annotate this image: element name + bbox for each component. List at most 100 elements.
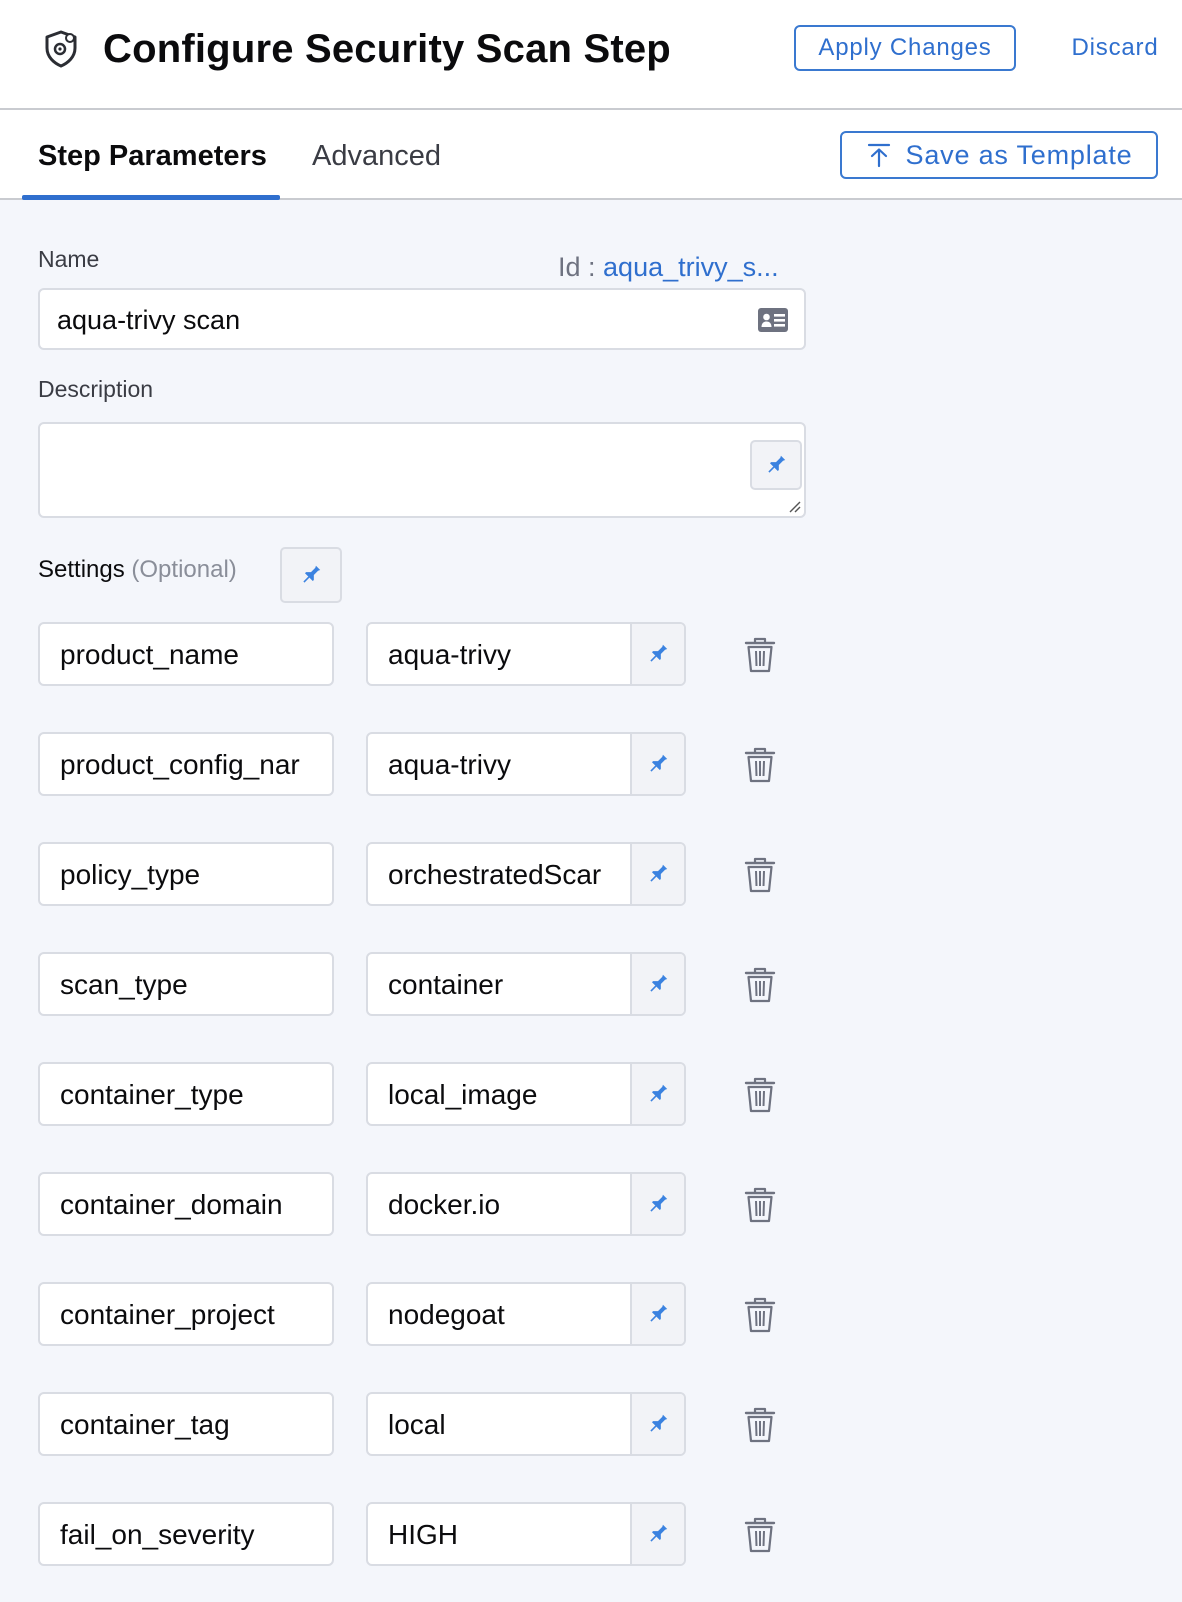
settings-optional-hint: (Optional)	[131, 556, 237, 583]
setting-pin-button[interactable]	[630, 954, 684, 1014]
upload-icon	[867, 143, 890, 168]
trash-icon[interactable]	[742, 1186, 778, 1224]
name-input[interactable]: aqua-trivy scan	[38, 288, 806, 350]
setting-value: aqua-trivy	[388, 639, 511, 670]
pin-icon	[303, 565, 321, 583]
pin-icon	[650, 974, 668, 992]
trash-icon[interactable]	[742, 966, 778, 1004]
tab-step-parameters[interactable]: Step Parameters	[38, 136, 267, 176]
pin-icon	[650, 864, 668, 882]
pin-icon	[650, 1414, 668, 1432]
setting-key-value: product_config_nar	[60, 749, 300, 780]
setting-value: docker.io	[388, 1189, 501, 1220]
setting-row: container_domain docker.io	[0, 1172, 1182, 1236]
pin-icon	[650, 1084, 668, 1102]
setting-row: scan_type container	[0, 952, 1182, 1016]
trash-icon[interactable]	[742, 1516, 778, 1554]
pin-icon	[650, 1194, 668, 1212]
shield-gear-icon	[45, 30, 77, 68]
setting-value-input[interactable]: local_image	[366, 1062, 686, 1126]
trash-icon[interactable]	[742, 1296, 778, 1334]
trash-icon[interactable]	[742, 746, 778, 784]
id-card-icon[interactable]	[757, 307, 789, 333]
setting-key-value: container_domain	[60, 1189, 283, 1220]
tab-advanced[interactable]: Advanced	[312, 136, 441, 176]
setting-key-input[interactable]: container_type	[38, 1062, 334, 1126]
settings-pin-button[interactable]	[280, 547, 342, 603]
pin-icon	[650, 1524, 668, 1542]
setting-key-value: product_name	[60, 639, 240, 670]
setting-key-input[interactable]: container_tag	[38, 1392, 334, 1456]
setting-value: container	[388, 969, 504, 1000]
setting-value-input[interactable]: aqua-trivy	[366, 732, 686, 796]
setting-row: product_name aqua-trivy	[0, 622, 1182, 686]
setting-value: aqua-trivy	[388, 749, 511, 780]
pin-icon	[650, 1304, 668, 1322]
save-as-template-button[interactable]: Save as Template	[840, 131, 1158, 179]
setting-key-input[interactable]: product_name	[38, 622, 334, 686]
setting-pin-button[interactable]	[630, 1504, 684, 1564]
setting-key-value: policy_type	[60, 859, 201, 890]
setting-value: HIGH	[388, 1519, 458, 1550]
trash-icon[interactable]	[742, 636, 778, 674]
id-value-link[interactable]: aqua_trivy_s...	[603, 252, 779, 282]
name-value: aqua-trivy scan	[57, 305, 241, 335]
id-prefix: Id :	[558, 252, 604, 282]
tab-bar: Step Parameters Advanced Save as Templat…	[0, 110, 1182, 200]
save-as-template-label: Save as Template	[905, 139, 1133, 170]
setting-row: fail_on_severity HIGH	[0, 1502, 1182, 1566]
apply-changes-button[interactable]: Apply Changes	[794, 25, 1016, 71]
setting-key-value: fail_on_severity	[60, 1519, 255, 1550]
setting-pin-button[interactable]	[630, 624, 684, 684]
settings-label: Settings (Optional)	[38, 554, 237, 586]
setting-value-input[interactable]: orchestratedScar	[366, 842, 686, 906]
setting-value-input[interactable]: container	[366, 952, 686, 1016]
setting-key-input[interactable]: scan_type	[38, 952, 334, 1016]
setting-key-value: container_tag	[60, 1409, 230, 1440]
pin-icon	[650, 754, 668, 772]
setting-pin-button[interactable]	[630, 844, 684, 904]
setting-key-value: container_type	[60, 1079, 244, 1110]
trash-icon[interactable]	[742, 1076, 778, 1114]
setting-pin-button[interactable]	[630, 1064, 684, 1124]
setting-pin-button[interactable]	[630, 1174, 684, 1234]
setting-key-input[interactable]: policy_type	[38, 842, 334, 906]
setting-value: local_image	[388, 1079, 538, 1110]
setting-row: policy_type orchestratedScar	[0, 842, 1182, 906]
name-label: Name	[38, 246, 100, 272]
setting-key-input[interactable]: product_config_nar	[38, 732, 334, 796]
setting-pin-button[interactable]	[630, 1394, 684, 1454]
setting-row: product_config_nar aqua-trivy	[0, 732, 1182, 796]
dialog-header: Configure Security Scan Step Apply Chang…	[0, 0, 1182, 110]
setting-key-input[interactable]: fail_on_severity	[38, 1502, 334, 1566]
description-textarea[interactable]	[38, 422, 806, 518]
trash-icon[interactable]	[742, 856, 778, 894]
setting-key-value: container_project	[60, 1299, 275, 1330]
description-pin-button[interactable]	[750, 440, 802, 490]
description-label: Description	[38, 376, 154, 402]
id-label: Id : aqua_trivy_s...	[558, 250, 779, 284]
step-parameters-panel: Name Id : aqua_trivy_s... aqua-trivy sca…	[0, 200, 1182, 1602]
setting-key-input[interactable]: container_project	[38, 1282, 334, 1346]
setting-value: orchestratedScar	[388, 859, 602, 890]
trash-icon[interactable]	[742, 1406, 778, 1444]
setting-value-input[interactable]: aqua-trivy	[366, 622, 686, 686]
page-title: Configure Security Scan Step	[103, 27, 671, 71]
setting-value-input[interactable]: HIGH	[366, 1502, 686, 1566]
setting-row: container_project nodegoat	[0, 1282, 1182, 1346]
pin-icon	[768, 455, 786, 473]
setting-row: container_type local_image	[0, 1062, 1182, 1126]
setting-key-value: scan_type	[60, 969, 188, 1000]
pin-icon	[650, 644, 668, 662]
settings-title: Settings	[38, 556, 125, 583]
setting-key-input[interactable]: container_domain	[38, 1172, 334, 1236]
resize-handle-icon[interactable]	[787, 499, 801, 513]
setting-pin-button[interactable]	[630, 734, 684, 794]
setting-value-input[interactable]: docker.io	[366, 1172, 686, 1236]
setting-row: container_tag local	[0, 1392, 1182, 1456]
setting-value: nodegoat	[388, 1299, 505, 1330]
discard-button[interactable]: Discard	[1052, 25, 1178, 71]
setting-pin-button[interactable]	[630, 1284, 684, 1344]
setting-value-input[interactable]: local	[366, 1392, 686, 1456]
setting-value-input[interactable]: nodegoat	[366, 1282, 686, 1346]
